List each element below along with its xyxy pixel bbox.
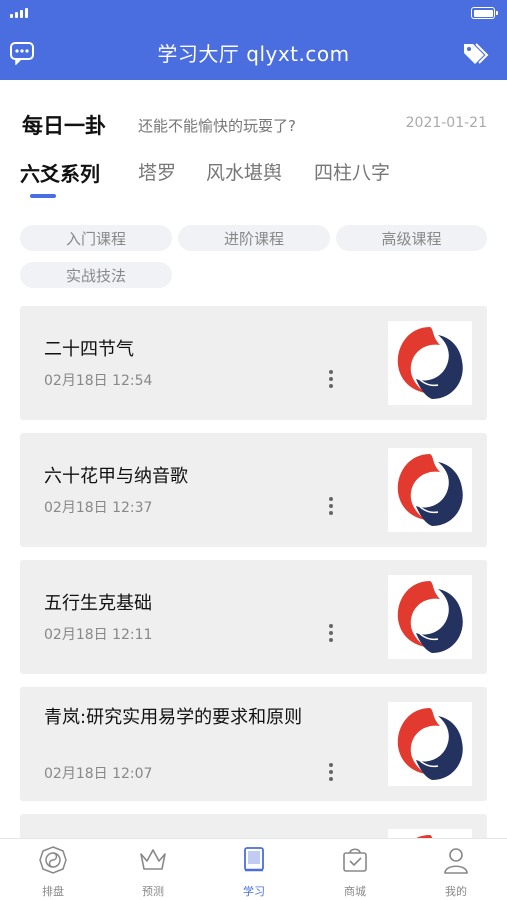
page-title: 学习大厅 qlyxt.com [157,42,350,66]
tab-bazi[interactable]: 四柱八字 [314,158,390,185]
tabbar-label: 预测 [142,885,164,898]
category-tabs: 六爻系列 塔罗 风水堪舆 四柱八字 [0,152,507,202]
shopping-bag-icon [343,848,367,872]
signal-icon [10,8,28,18]
tabbar-item-profile[interactable]: 我的 [416,845,496,899]
course-title: 五行生克基础 [44,593,152,614]
app-header: 学习大厅 qlyxt.com [0,0,507,80]
book-icon [244,847,264,872]
bagua-icon [39,846,67,874]
course-time: 02月18日 12:54 [44,373,153,389]
more-icon[interactable] [328,624,334,642]
course-time: 02月18日 12:11 [44,627,153,643]
course-card[interactable]: 青岚:研究实用易学的要求和原则 02月18日 12:07 [20,687,487,801]
course-thumbnail [388,575,472,659]
user-icon [444,848,468,874]
tabbar-item-study[interactable]: 学习 [214,845,294,899]
tabbar-item-paipan[interactable]: 排盘 [13,845,93,899]
more-icon[interactable] [328,497,334,515]
phoenix-logo-icon [388,321,472,405]
course-title: 青岚:研究实用易学的要求和原则 [44,707,303,728]
tab-liuyao[interactable]: 六爻系列 [20,158,100,187]
tab-tarot[interactable]: 塔罗 [138,158,176,185]
bottom-tab-bar: 排盘 预测 学习 商城 我的 [0,838,507,900]
phoenix-logo-icon [388,702,472,786]
tabbar-item-forecast[interactable]: 预测 [113,845,193,899]
tabbar-item-shop[interactable]: 商城 [315,845,395,899]
tab-fengshui[interactable]: 风水堪舆 [206,158,282,185]
tab-indicator [30,194,56,198]
chip-practical[interactable]: 实战技法 [20,262,172,288]
phoenix-logo-icon [388,448,472,532]
tabbar-label: 排盘 [42,885,64,898]
course-time: 02月18日 12:37 [44,500,153,516]
more-icon[interactable] [328,370,334,388]
course-thumbnail [388,702,472,786]
chip-beginner[interactable]: 入门课程 [20,225,172,251]
daily-subtitle: 还能不能愉快的玩耍了? [138,117,296,135]
course-title: 六十花甲与纳音歌 [44,466,188,487]
status-bar [0,0,507,26]
daily-title: 每日一卦 [22,114,106,138]
course-title: 二十四节气 [44,339,134,360]
course-thumbnail [388,321,472,405]
tabbar-label: 我的 [445,885,467,898]
daily-date: 2021-01-21 [405,115,487,131]
phoenix-logo-icon [388,575,472,659]
course-thumbnail [388,448,472,532]
chip-advanced[interactable]: 高级课程 [336,225,487,251]
daily-divination[interactable]: 每日一卦 还能不能愉快的玩耍了? 2021-01-21 [0,104,507,144]
tabbar-label: 学习 [243,885,265,898]
tag-icon[interactable] [461,40,489,66]
more-icon[interactable] [328,763,334,781]
course-card[interactable]: 六十花甲与纳音歌 02月18日 12:37 [20,433,487,547]
chip-intermediate[interactable]: 进阶课程 [178,225,330,251]
battery-icon [471,7,498,19]
course-card[interactable]: 二十四节气 02月18日 12:54 [20,306,487,420]
course-time: 02月18日 12:07 [44,766,153,782]
crown-icon [140,849,166,870]
tabbar-label: 商城 [344,885,366,898]
course-card[interactable]: 五行生克基础 02月18日 12:11 [20,560,487,674]
